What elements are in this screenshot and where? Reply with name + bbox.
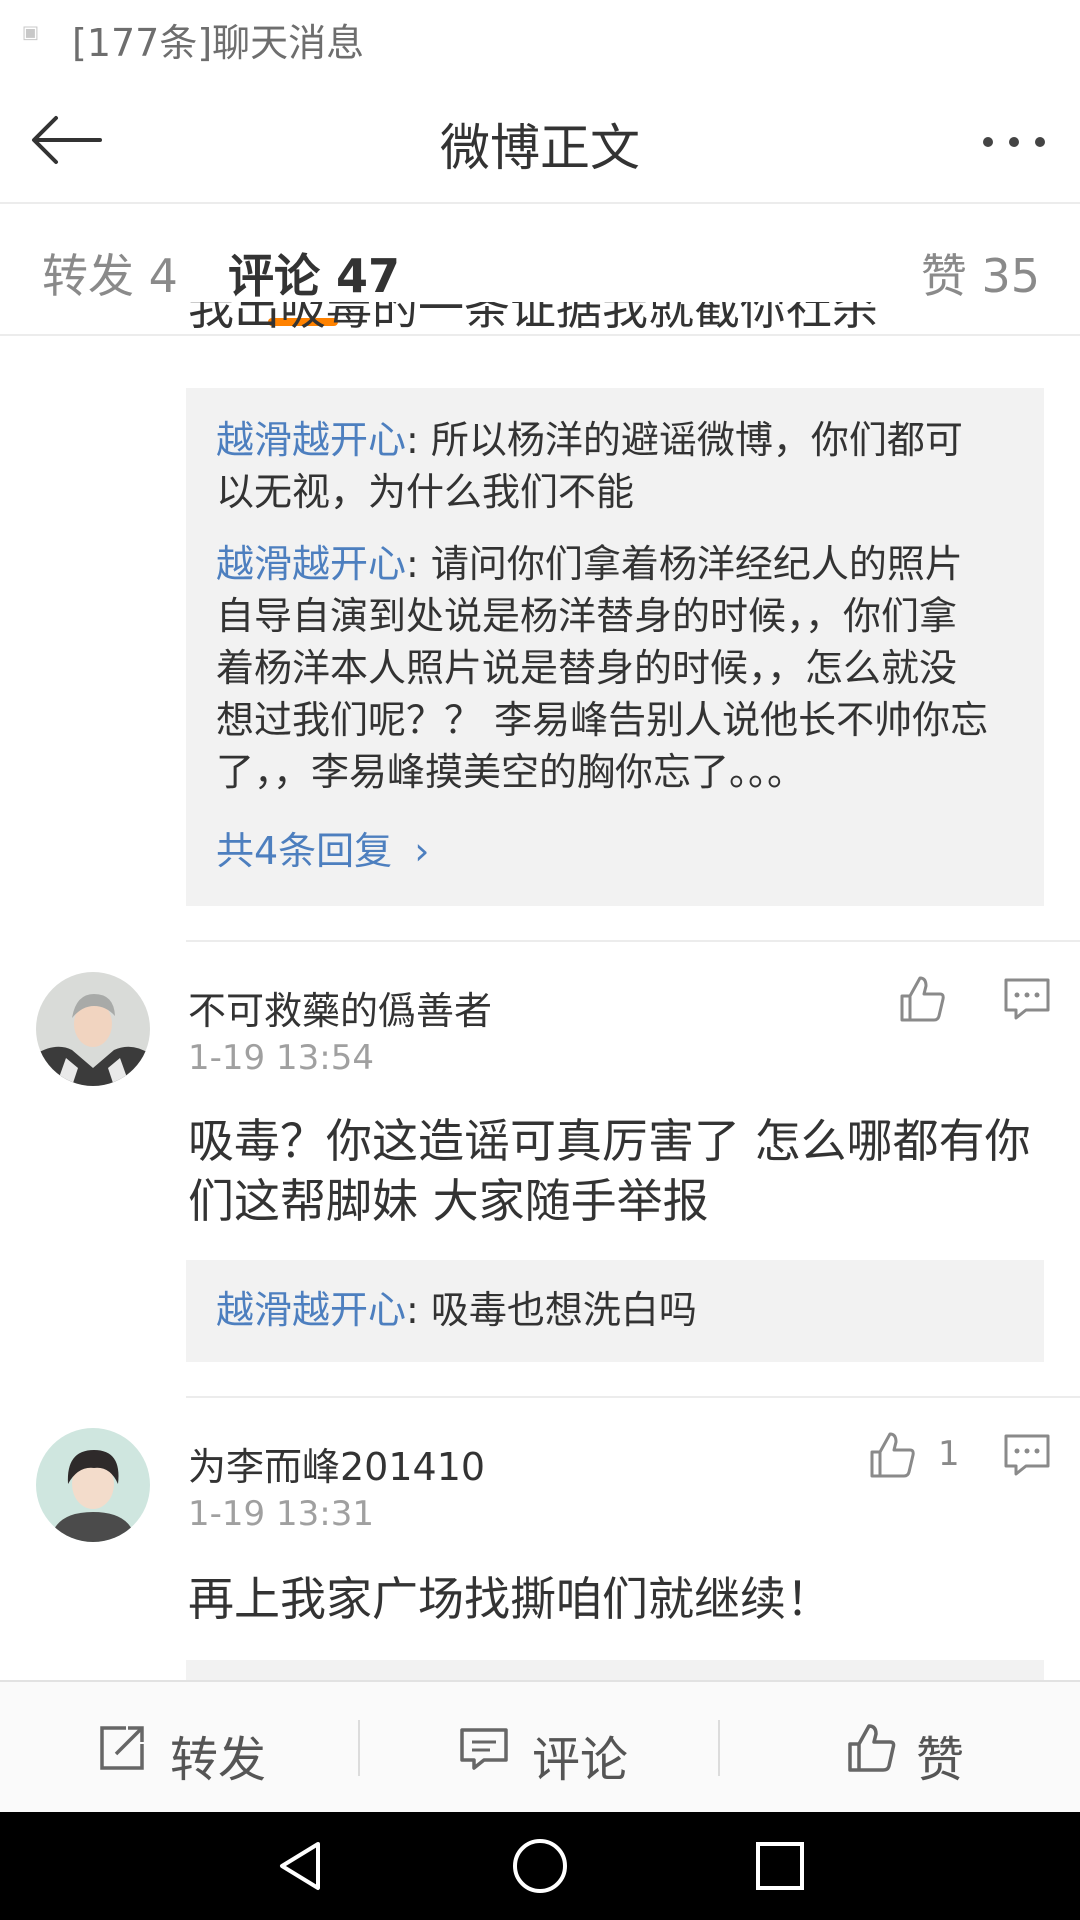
app-notification-icon: ▣ <box>22 22 40 43</box>
reply-box[interactable]: 越滑越开心: 吸毒也想洗白吗 <box>186 1260 1044 1362</box>
reply-text-line: 着杨洋本人照片说是替身的时候，，怎么就没 <box>216 646 958 690</box>
like-button[interactable]: 赞 <box>720 1682 1080 1814</box>
divider <box>186 1396 1080 1398</box>
notification-text: [177条]聊天消息 <box>72 21 365 65</box>
header: 微博正文 <box>0 72 1080 204</box>
comment-text-line: 吸毒？你这造谣可真厉害了 怎么哪都有你 <box>188 1114 1031 1168</box>
like-icon[interactable] <box>866 1428 920 1482</box>
reply-text-line: 了，，李易峰摸美空的胸你忘了。。。 <box>216 750 806 794</box>
comment-text-line: 们这帮脚妹 大家随手举报 <box>188 1174 709 1228</box>
like-icon[interactable] <box>896 972 950 1026</box>
reply-box <box>186 1660 1044 1680</box>
comment-icon <box>458 1722 510 1774</box>
nav-back-icon[interactable] <box>270 1836 330 1896</box>
comment-text-line: 再上我家广场找撕咱们就继续！ <box>188 1572 832 1626</box>
comment-time: 1-19 13:54 <box>188 1038 374 1078</box>
share-icon <box>96 1722 148 1774</box>
tab-comment[interactable]: 评论 47 <box>228 240 400 306</box>
view-more-replies-link[interactable]: 共4条回复 › <box>216 820 429 875</box>
nav-home-icon[interactable] <box>510 1836 570 1896</box>
comment-reply-icon[interactable] <box>1000 1428 1054 1482</box>
system-nav-bar <box>0 1812 1080 1920</box>
reply-text-line: 想过我们呢？？ 李易峰告别人说他长不帅你忘 <box>216 698 989 742</box>
divider <box>186 940 1080 942</box>
chevron-right-icon: › <box>414 829 430 873</box>
reply-author-link[interactable]: 越滑越开心 <box>216 418 406 462</box>
comment-button[interactable]: 评论 <box>360 1682 718 1814</box>
page-title: 微博正文 <box>440 119 640 177</box>
tab-repost[interactable]: 转发 4 <box>42 240 178 306</box>
more-options-icon[interactable] <box>974 102 1054 178</box>
reply-item: 越滑越开心: 请问你们拿着杨洋经纪人的照片 <box>216 542 963 586</box>
comment-reply-icon[interactable] <box>1000 972 1054 1026</box>
reply-item: 越滑越开心: 吸毒也想洗白吗 <box>216 1288 697 1332</box>
tab-like[interactable]: 赞 35 <box>921 240 1040 306</box>
reply-author-link[interactable]: 越滑越开心 <box>216 1288 406 1332</box>
reply-text-line: 以无视，为什么我们不能 <box>216 470 635 514</box>
action-bar: 转发 评论 赞 <box>0 1680 1080 1814</box>
repost-button[interactable]: 转发 <box>0 1682 358 1814</box>
reply-item: 越滑越开心: 所以杨洋的避谣微博，你们都可 <box>216 418 963 462</box>
comment-time: 1-19 13:31 <box>188 1494 374 1534</box>
reply-box[interactable]: 越滑越开心: 所以杨洋的避谣微博，你们都可 以无视，为什么我们不能 越滑越开心:… <box>186 388 1044 906</box>
partial-comment-text: 我出吸毒的一条证据我就截你社杀 <box>188 302 878 332</box>
reply-author-link[interactable]: 越滑越开心 <box>216 542 406 586</box>
comment-username[interactable]: 为李而峰201410 <box>188 1436 485 1491</box>
avatar[interactable] <box>36 972 150 1086</box>
reply-text-line: 自导自演到处说是杨洋替身的时候，，你们拿 <box>216 594 958 638</box>
nav-recents-icon[interactable] <box>750 1836 810 1896</box>
like-count: 1 <box>938 1434 960 1474</box>
status-bar: ▣ [177条]聊天消息 <box>0 0 1080 72</box>
thumbs-up-icon <box>846 1722 898 1774</box>
comment-username[interactable]: 不可救藥的僞善者 <box>188 980 492 1035</box>
avatar[interactable] <box>36 1428 150 1542</box>
